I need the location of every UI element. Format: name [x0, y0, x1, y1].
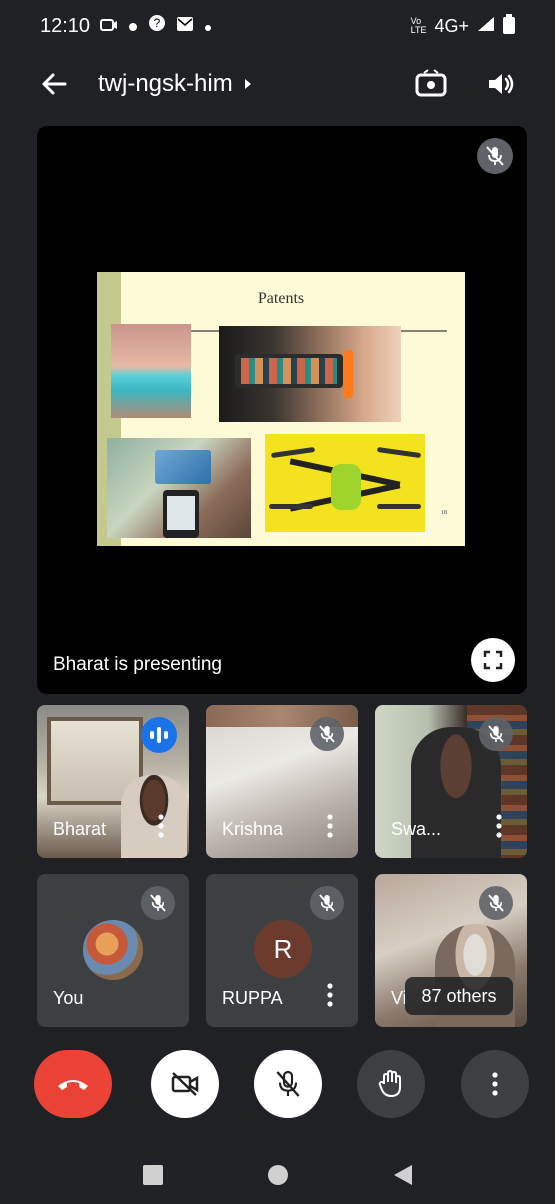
raise-hand-button[interactable]: [357, 1050, 425, 1118]
participant-tile-ruppa[interactable]: R RUPPA: [206, 874, 358, 1027]
participant-name: Swa...: [391, 819, 442, 839]
triangle-back-icon: [393, 1165, 412, 1185]
hand-icon: [378, 1070, 401, 1097]
more-vert-icon[interactable]: [320, 812, 340, 840]
camera-toggle-button[interactable]: [151, 1050, 219, 1118]
system-nav-bar: [0, 1146, 555, 1204]
participant-name: RUPPA: [222, 988, 283, 1008]
participant-name: Krishna: [222, 819, 284, 839]
fullscreen-icon: [483, 650, 503, 670]
dot-icon: [128, 15, 138, 38]
arrow-left-icon: [42, 73, 67, 95]
more-vert-icon[interactable]: [151, 812, 171, 840]
signal-icon: [477, 16, 495, 37]
slide-image-card-reader: [107, 438, 251, 538]
volte-label: Vo LTE: [410, 16, 427, 35]
participant-name: Bharat: [53, 819, 107, 839]
home-button[interactable]: [254, 1151, 302, 1199]
speaker-icon: [489, 74, 514, 94]
slide-image-baby: [111, 324, 191, 418]
back-button[interactable]: [30, 60, 78, 108]
mic-off-icon: [141, 886, 175, 920]
avatar: [83, 920, 143, 980]
participant-tile-others[interactable]: Vi 87 others: [375, 874, 527, 1027]
mic-off-icon: [479, 717, 513, 751]
avatar: R: [254, 920, 312, 978]
participant-tile-krishna[interactable]: Krishna: [206, 705, 358, 858]
mic-off-icon: [310, 886, 344, 920]
videocam-off-icon: [171, 1072, 199, 1096]
camera-icon: [100, 15, 118, 38]
switch-camera-icon: [415, 69, 447, 97]
microphone-toggle-button[interactable]: [254, 1050, 322, 1118]
mic-off-icon: [479, 886, 513, 920]
presentation-view: Patents 18 Bharat is presenting: [37, 126, 527, 694]
recents-button[interactable]: [129, 1151, 177, 1199]
slide-number: 18: [441, 510, 447, 516]
participant-tile-bharat[interactable]: Bharat: [37, 705, 189, 858]
more-vert-icon[interactable]: [489, 812, 509, 840]
meeting-code: twj-ngsk-him: [98, 70, 233, 97]
top-actions: [407, 60, 525, 108]
back-nav-button[interactable]: [379, 1151, 427, 1199]
svg-text:?: ?: [154, 16, 161, 30]
more-vert-icon: [492, 1072, 498, 1096]
end-call-button[interactable]: [34, 1050, 112, 1118]
square-icon: [142, 1165, 163, 1185]
call-end-icon: [58, 1080, 88, 1090]
battery-icon: [503, 13, 515, 39]
speaking-indicator-icon: [141, 717, 177, 753]
more-options-button[interactable]: [461, 1050, 529, 1118]
presenter-mute-indicator: [477, 138, 513, 174]
participant-tile-swa[interactable]: Swa...: [375, 705, 527, 858]
slide-image-smartwatch: [219, 326, 401, 422]
presenting-label: Bharat is presenting: [53, 654, 222, 675]
mail-icon: [176, 15, 194, 38]
status-right: Vo LTE 4G+: [410, 13, 515, 39]
meeting-top-bar: twj-ngsk-him: [0, 52, 555, 116]
help-icon: ?: [148, 14, 166, 38]
circle-icon: [267, 1165, 288, 1185]
switch-camera-button[interactable]: [407, 60, 455, 108]
mic-off-icon: [276, 1070, 300, 1097]
call-controls: [0, 1050, 555, 1126]
participant-name: You: [53, 988, 84, 1008]
slide-title: Patents: [257, 290, 305, 307]
dot-icon: [204, 15, 212, 38]
slide-image-drone: [265, 434, 425, 532]
fullscreen-button[interactable]: [471, 638, 515, 682]
network-label: 4G+: [434, 15, 469, 36]
shared-slide: Patents 18: [97, 272, 465, 546]
mic-off-icon: [310, 717, 344, 751]
mic-off-icon: [486, 146, 504, 166]
participant-tile-you[interactable]: You: [37, 874, 189, 1027]
status-bar: 12:10 ? Vo LTE 4G+: [0, 0, 555, 52]
meeting-title[interactable]: twj-ngsk-him: [98, 70, 253, 98]
others-count-badge[interactable]: 87 others: [405, 977, 513, 1015]
more-vert-icon[interactable]: [320, 981, 340, 1009]
status-time: 12:10: [40, 14, 91, 37]
caret-right-icon: [244, 79, 251, 89]
speaker-button[interactable]: [477, 60, 525, 108]
status-left: 12:10 ?: [40, 14, 212, 38]
